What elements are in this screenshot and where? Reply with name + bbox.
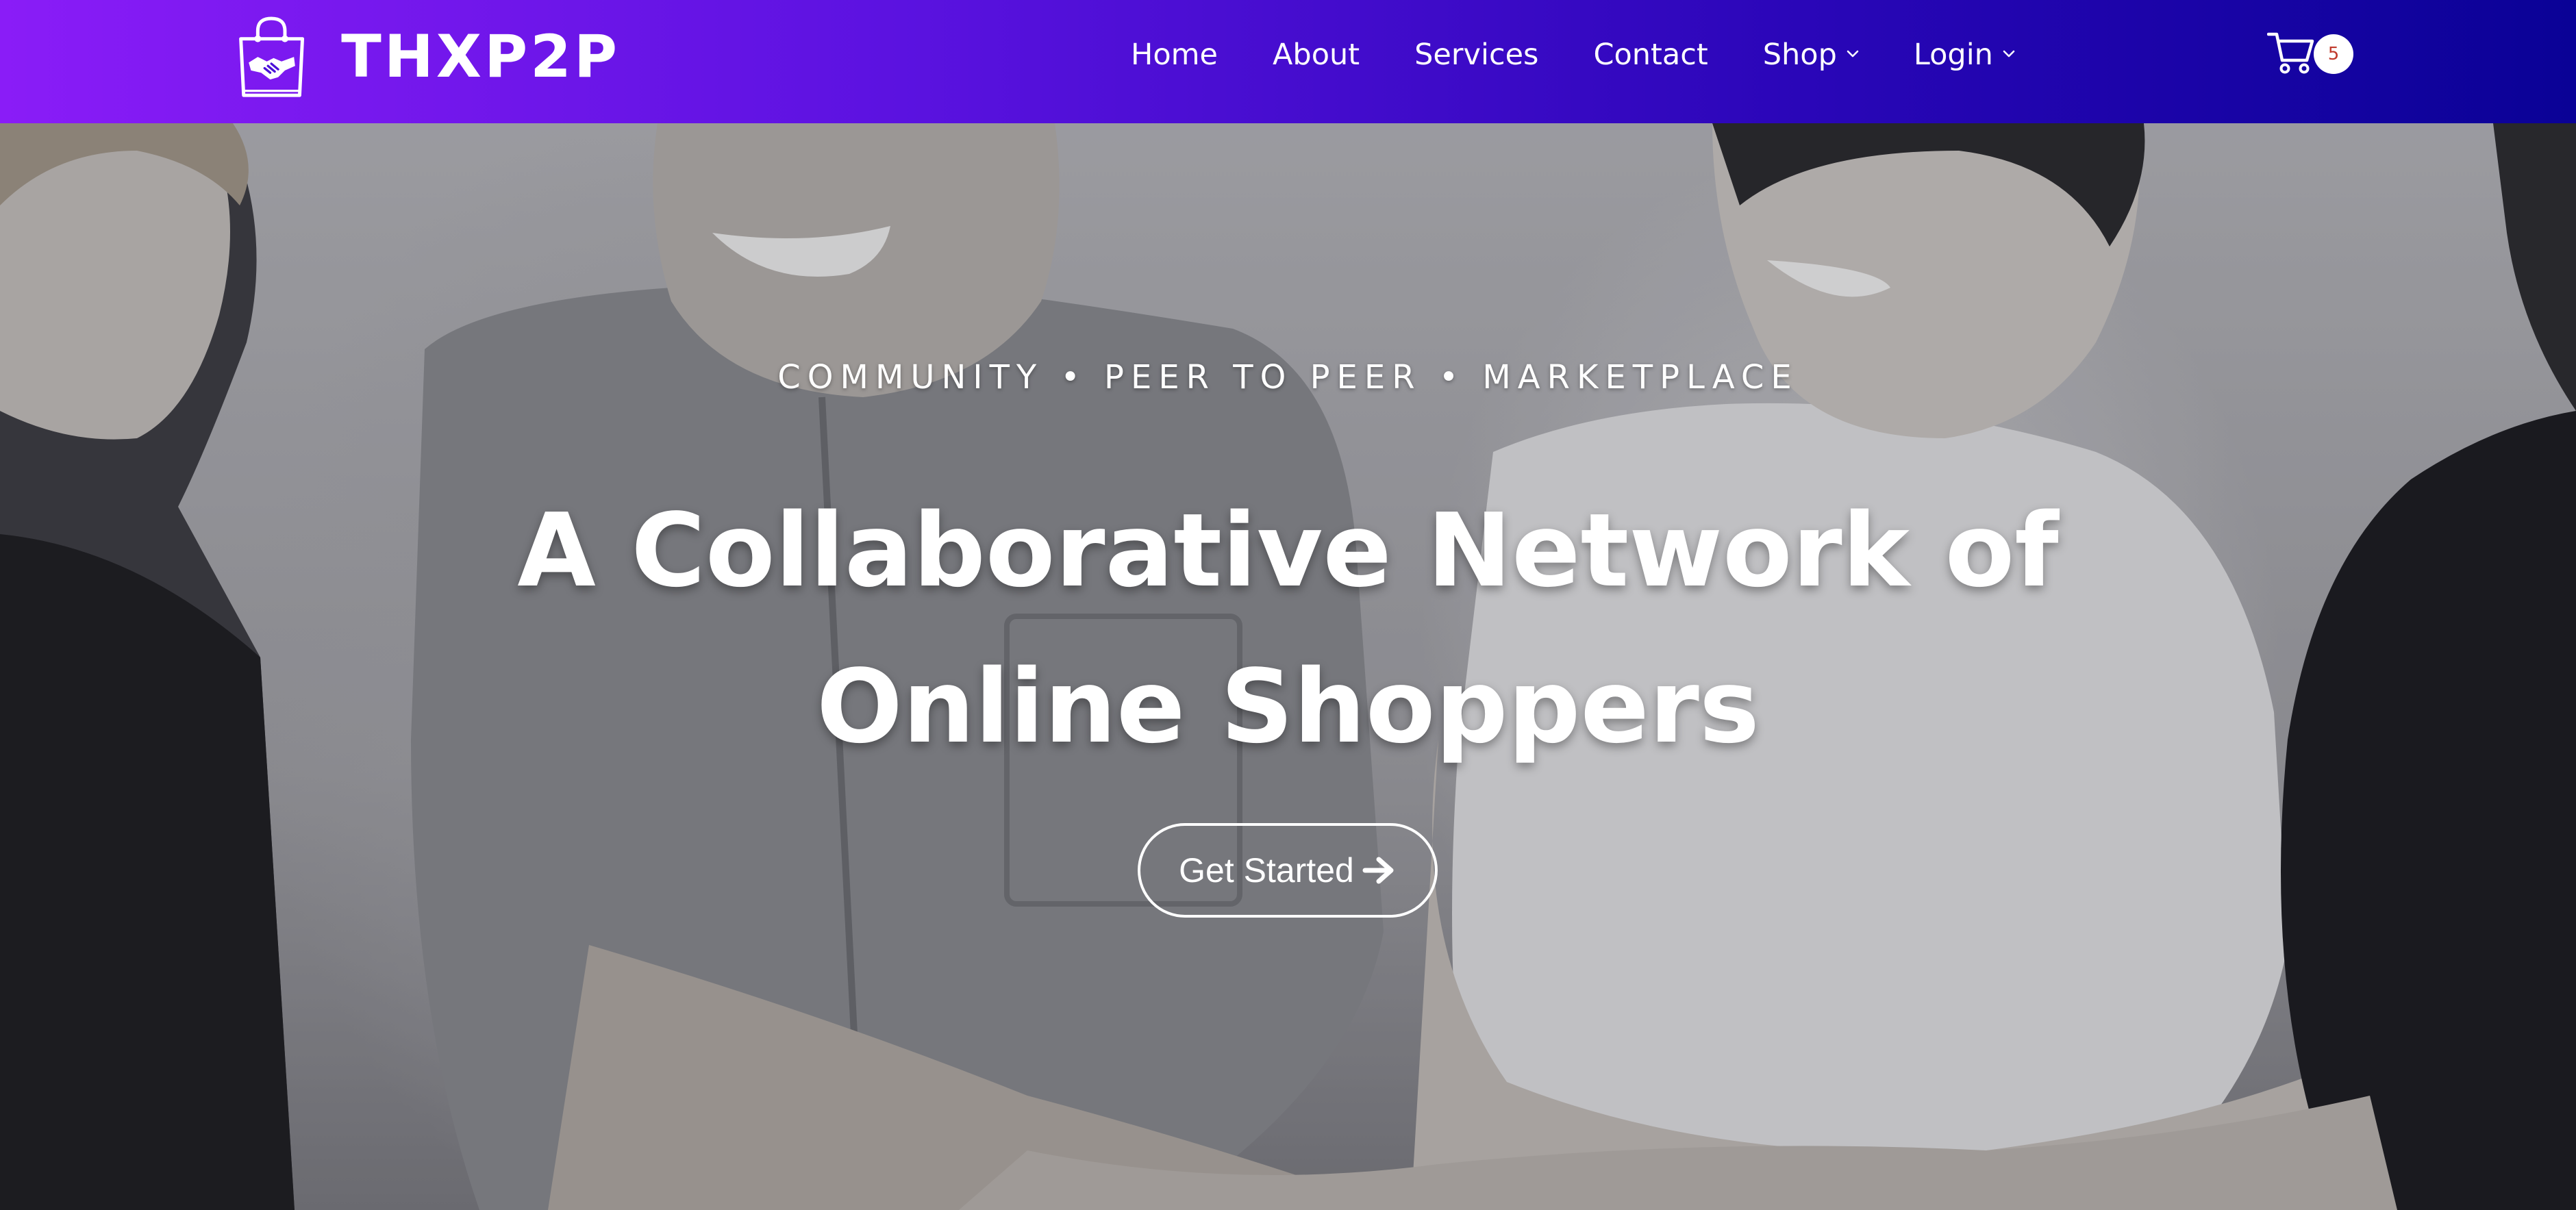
nav-home[interactable]: Home	[1131, 38, 1218, 72]
shopping-cart-icon	[2267, 32, 2314, 74]
site-header: THXP2P Home About Services Contact Shop …	[0, 0, 2576, 123]
brand-logo[interactable]: THXP2P	[236, 5, 620, 108]
nav-shop-label: Shop	[1762, 38, 1837, 72]
nav-about[interactable]: About	[1273, 38, 1360, 72]
hero-content: COMMUNITY • PEER TO PEER • MARKETPLACE A…	[0, 123, 2576, 1210]
chevron-down-icon	[2003, 50, 2015, 58]
hero-headline-line-2: Online Shoppers	[816, 648, 1760, 766]
page: THXP2P Home About Services Contact Shop …	[0, 0, 2576, 1210]
get-started-button[interactable]: Get Started	[1138, 823, 1438, 918]
nav-login-dropdown[interactable]: Login	[1914, 38, 2015, 72]
shopping-bag-handshake-icon	[239, 16, 305, 97]
hero-tagline: COMMUNITY • PEER TO PEER • MARKETPLACE	[777, 358, 1799, 396]
cart-button[interactable]: 5	[2267, 29, 2356, 78]
chevron-down-icon	[1847, 50, 1859, 58]
hero-headline-line-1: A Collaborative Network of	[517, 492, 2059, 609]
nav-services[interactable]: Services	[1414, 38, 1538, 72]
nav-login-label: Login	[1913, 38, 1993, 72]
hero-section: COMMUNITY • PEER TO PEER • MARKETPLACE A…	[0, 123, 2576, 1210]
main-nav: Home About Services Contact Shop Login	[1096, 0, 2015, 110]
arrow-right-icon	[1362, 857, 1394, 884]
cart-count-badge: 5	[2314, 34, 2353, 74]
hero-headline: A Collaborative Network of Online Shoppe…	[0, 472, 2576, 785]
brand-name: THXP2P	[341, 23, 620, 91]
get-started-label: Get Started	[1179, 851, 1354, 890]
nav-shop-dropdown[interactable]: Shop	[1763, 38, 1859, 72]
nav-contact[interactable]: Contact	[1593, 38, 1708, 72]
